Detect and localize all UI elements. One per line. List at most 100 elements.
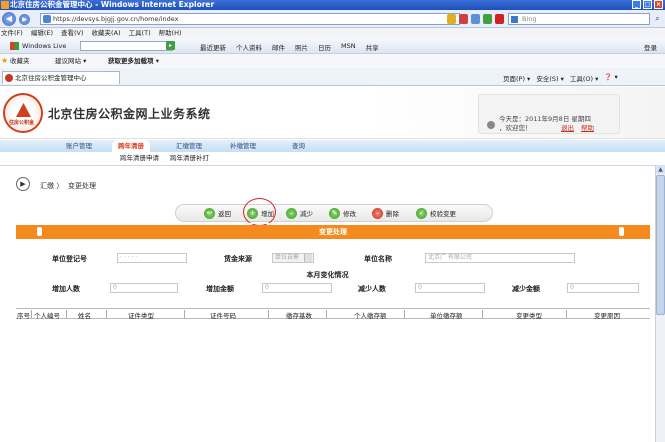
col-unit-amount[interactable]: 单位缴存额 xyxy=(430,310,463,320)
nav-account[interactable]: 账户管理 xyxy=(66,140,92,152)
scroll-thumb[interactable] xyxy=(656,175,665,315)
fund-source-select[interactable]: 单位自筹 xyxy=(272,253,314,263)
live-link-photos[interactable]: 照片 xyxy=(295,42,308,52)
panel-title: 变更处理 xyxy=(319,228,347,236)
command-help[interactable]: ❓ ▾ xyxy=(604,73,617,83)
window-title: 北京住房公积金管理中心 - Windows Internet Explorer xyxy=(10,0,215,9)
col-personal-amount[interactable]: 个人缴存额 xyxy=(354,310,387,320)
col-id-type[interactable]: 证件类型 xyxy=(128,310,154,320)
menu-edit[interactable]: 编辑(E) xyxy=(31,28,53,38)
bing-icon xyxy=(511,16,518,23)
live-search-input[interactable] xyxy=(80,41,173,51)
user-icon xyxy=(487,121,495,129)
favorites-button[interactable]: 收藏夹 xyxy=(10,54,30,68)
user-info-panel: 今天是：2011年9月8日 星期四 ，欢迎您！ 退出 帮助 xyxy=(478,94,620,134)
subnav-reprint[interactable]: 跨年清册补打 xyxy=(170,152,209,164)
suggested-sites-link[interactable]: 建议网站 ▾ xyxy=(55,54,86,68)
site-title: 北京住房公积金网上业务系统 xyxy=(48,107,211,121)
col-base[interactable]: 缴存基数 xyxy=(286,310,312,320)
minimize-icon[interactable]: _ xyxy=(632,0,641,9)
live-link-profile[interactable]: 个人资料 xyxy=(236,42,262,52)
stop-icon[interactable] xyxy=(495,14,504,24)
address-bar: ◀ ▶ https://devsys.bjgjj.gov.cn/home/ind… xyxy=(0,10,665,28)
menu-view[interactable]: 查看(V) xyxy=(61,28,84,38)
live-link-recent[interactable]: 最近更新 xyxy=(200,42,226,52)
window-title-bar: 北京住房公积金管理中心 - Windows Internet Explorer … xyxy=(0,0,665,10)
window-controls: _ □ × xyxy=(632,0,663,9)
edit-button[interactable]: ✎ 修改 xyxy=(329,208,356,220)
live-link-calendar[interactable]: 日历 xyxy=(318,42,331,52)
add-count-field[interactable]: 0 xyxy=(110,283,178,293)
subnav-apply[interactable]: 跨年清册申请 xyxy=(120,152,159,164)
col-person-no[interactable]: 个人编号 xyxy=(34,310,60,320)
url-input[interactable]: https://devsys.bjgjj.gov.cn/home/index xyxy=(40,13,460,25)
command-safety[interactable]: 安全(S) ▾ xyxy=(536,73,564,83)
content-frame: ▶ 汇缴 〉 变更处理 ↩ 返回 + 增加 – 减少 ✎ 修改 – 删除 ✓ 校验变更 变更… xyxy=(0,165,655,442)
panel-left-handle[interactable] xyxy=(37,227,42,236)
live-link-mail[interactable]: 邮件 xyxy=(272,42,285,52)
menu-file[interactable]: 文件(F) xyxy=(1,28,23,38)
breadcrumb-parent[interactable]: 汇缴 〉 xyxy=(40,181,63,191)
forward-button[interactable]: ▶ xyxy=(19,14,30,25)
maximize-icon[interactable]: □ xyxy=(643,0,652,9)
panel-title-bar: 变更处理 xyxy=(16,223,650,239)
ie-icon xyxy=(1,1,9,9)
nav-query[interactable]: 查询 xyxy=(292,140,305,152)
content-scrollbar[interactable]: ▲ xyxy=(655,165,665,442)
windows-live-toolbar: Windows Live ▸ 最近更新 个人资料 邮件 照片 日历 MSN 共享… xyxy=(0,38,665,54)
edit-icon: ✎ xyxy=(329,208,340,219)
command-tools[interactable]: 工具(O) ▾ xyxy=(570,73,599,83)
fund-source-label: 赁金来源 xyxy=(224,255,252,263)
windows-live-label: Windows Live xyxy=(22,42,67,50)
scroll-up-icon[interactable]: ▲ xyxy=(656,165,665,174)
nav-remittance[interactable]: 汇缴管理 xyxy=(176,140,202,152)
welcome-text: ，欢迎您！ xyxy=(499,124,532,132)
favorites-star-icon[interactable]: ★ xyxy=(1,54,8,68)
nav-supplement[interactable]: 补缴管理 xyxy=(230,140,256,152)
col-change-reason[interactable]: 变更原因 xyxy=(594,310,620,320)
col-id-number[interactable]: 证件号码 xyxy=(210,310,236,320)
command-page[interactable]: 页面(P) ▾ xyxy=(503,73,530,83)
certificate-icon[interactable] xyxy=(459,14,468,24)
verify-change-button[interactable]: ✓ 校验变更 xyxy=(416,208,456,220)
logout-link[interactable]: 退出 xyxy=(561,122,574,132)
delete-button[interactable]: – 删除 xyxy=(372,208,399,220)
search-icon[interactable]: ⌕ xyxy=(652,13,663,25)
menu-help[interactable]: 帮助(H) xyxy=(159,28,182,38)
close-icon[interactable]: × xyxy=(654,0,663,9)
menu-favorites[interactable]: 收藏夹(A) xyxy=(92,28,121,38)
menu-bar: 文件(F) 编辑(E) 查看(V) 收藏夹(A) 工具(T) 帮助(H) xyxy=(0,28,665,38)
live-link-msn[interactable]: MSN xyxy=(341,42,356,52)
live-login-link[interactable]: 登录 xyxy=(644,42,657,52)
play-icon[interactable]: ▶ xyxy=(16,177,30,191)
col-change-type[interactable]: 变更类型 xyxy=(516,310,542,320)
col-name[interactable]: 姓名 xyxy=(78,310,91,320)
logo-mark-icon xyxy=(16,103,31,117)
reduce-button[interactable]: – 减少 xyxy=(286,208,313,220)
live-link-share[interactable]: 共享 xyxy=(366,42,379,52)
browser-tab[interactable]: 北京住房公积金管理中心 xyxy=(2,71,120,84)
reduce-amount-field[interactable]: 0 xyxy=(567,283,639,293)
panel-ruler xyxy=(40,220,625,224)
back-button[interactable]: ◀ xyxy=(2,12,16,26)
delete-icon: – xyxy=(372,208,383,219)
menu-tools[interactable]: 工具(T) xyxy=(129,28,151,38)
get-addons-link[interactable]: 获取更多加载项 ▾ xyxy=(108,54,159,68)
back-action-button[interactable]: ↩ 返回 xyxy=(204,208,231,220)
sub-nav: 跨年清册申请 跨年清册补打 xyxy=(0,152,665,164)
address-actions xyxy=(447,14,504,24)
refresh-icon[interactable] xyxy=(483,14,492,24)
add-amount-field[interactable]: 0 xyxy=(262,283,332,293)
unit-name-field[interactable]: 北京广 有限公司 xyxy=(425,253,575,263)
live-search-go-icon[interactable]: ▸ xyxy=(166,41,175,50)
search-input[interactable]: Bing xyxy=(508,13,650,25)
reduce-count-field[interactable]: 0 xyxy=(415,283,485,293)
lock-icon[interactable] xyxy=(447,14,456,24)
unit-code-field[interactable]: · · · · · xyxy=(117,253,187,263)
col-index[interactable]: 序号 xyxy=(17,310,30,320)
panel-right-handle[interactable] xyxy=(619,227,624,236)
back-arrow-icon: ↩ xyxy=(204,208,215,219)
check-icon: ✓ xyxy=(416,208,427,219)
compatibility-icon[interactable] xyxy=(471,14,480,24)
help-link[interactable]: 帮助 xyxy=(581,122,594,132)
